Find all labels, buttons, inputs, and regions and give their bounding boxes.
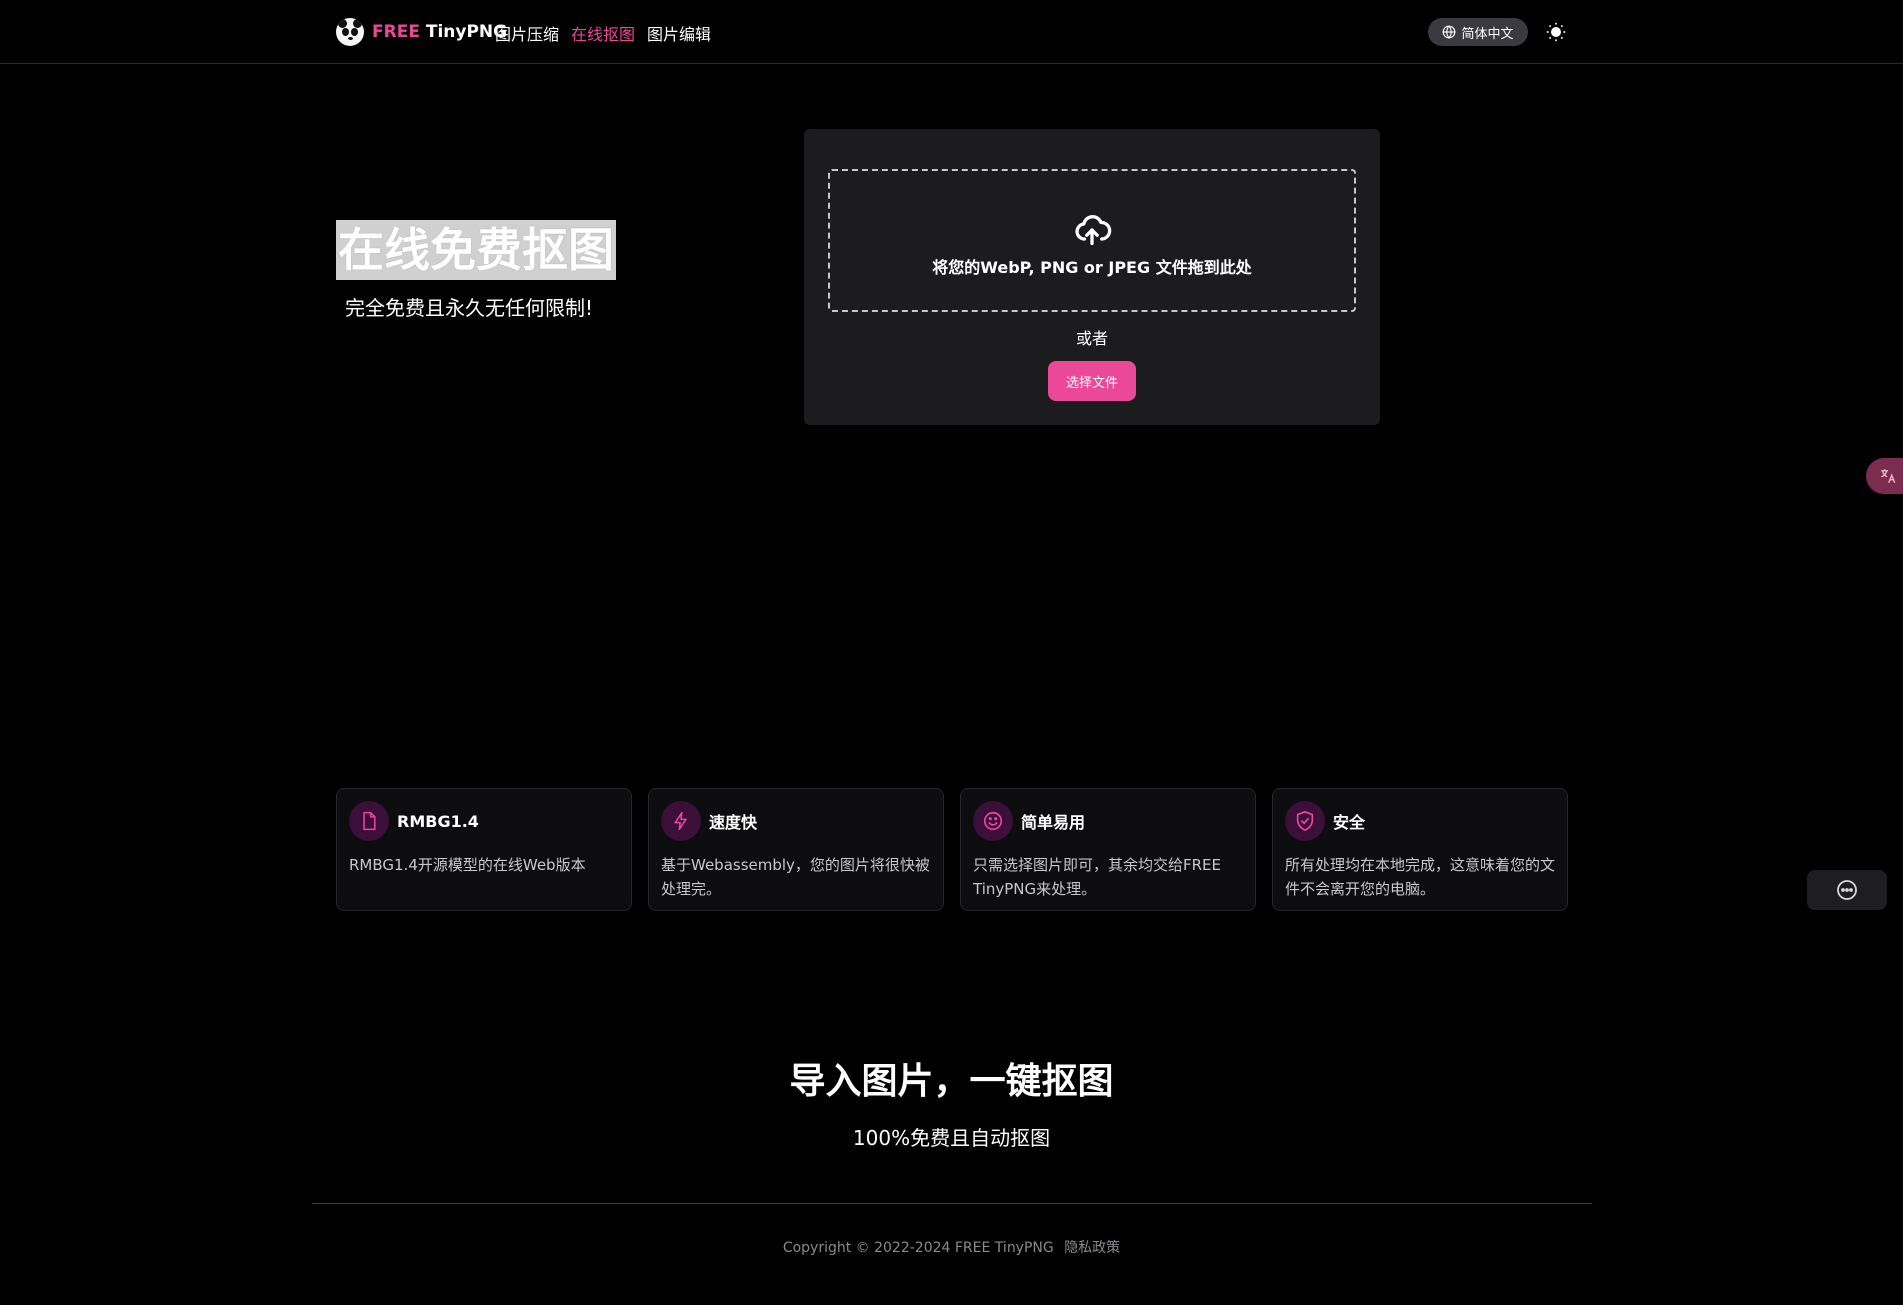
theme-toggle-button[interactable] (1544, 20, 1568, 44)
cloud-upload-icon (1075, 214, 1112, 245)
feature-card: 速度快 基于Webassembly，您的图片将很快被处理完。 (648, 788, 944, 911)
nav-image-edit[interactable]: 图片编辑 (647, 21, 711, 45)
smile-icon (973, 801, 1013, 841)
language-label: 简体中文 (1461, 26, 1514, 42)
nav-image-compress[interactable]: 图片压缩 (495, 21, 559, 45)
feature-card: 安全 所有处理均在本地完成，这意味着您的文件不会离开您的电脑。 (1272, 788, 1568, 911)
features-grid: RMBG1.4 RMBG1.4开源模型的在线Web版本 速度快 基于Webass… (336, 788, 1568, 911)
cta-subtitle: 100%免费且自动抠图 (852, 1126, 1051, 1150)
language-switch-button[interactable]: 简体中文 (1428, 18, 1528, 46)
upload-card: 将您的WebP, PNG or JPEG 文件拖到此处 或者 选择文件 (804, 129, 1380, 425)
shield-check-icon (1285, 801, 1325, 841)
translate-icon (1881, 469, 1896, 484)
feature-card: 简单易用 只需选择图片即可，其余均交给FREE TinyPNG来处理。 (960, 788, 1256, 911)
privacy-policy-link[interactable]: 隐私政策 (1064, 1240, 1120, 1256)
file-icon (349, 801, 389, 841)
panda-logo-icon (336, 18, 364, 46)
footer-divider (312, 1203, 1592, 1204)
main-nav: 图片压缩 在线抠图 图片编辑 (495, 21, 711, 45)
or-separator: 或者 (1075, 329, 1108, 348)
feature-desc: 所有处理均在本地完成，这意味着您的文件不会离开您的电脑。 (1285, 856, 1556, 898)
chat-bubble-icon (1837, 880, 1857, 900)
cta-title: 导入图片，一键抠图 (789, 1061, 1114, 1102)
choose-file-button[interactable]: 选择文件 (1048, 361, 1136, 401)
translate-float-button[interactable] (1866, 458, 1903, 494)
feature-desc: RMBG1.4开源模型的在线Web版本 (349, 856, 586, 874)
feature-card: RMBG1.4 RMBG1.4开源模型的在线Web版本 (336, 788, 632, 911)
brand-free-text: FREE (372, 22, 420, 42)
feature-desc: 只需选择图片即可，其余均交给FREE TinyPNG来处理。 (973, 856, 1222, 898)
nav-online-cutout[interactable]: 在线抠图 (571, 21, 635, 45)
hero-title-highlight: 在线免费抠图 (336, 220, 616, 280)
hero-title: 在线免费抠图 (338, 223, 614, 277)
globe-icon (1443, 25, 1456, 39)
feature-desc: 基于Webassembly，您的图片将很快被处理完。 (661, 856, 930, 898)
feature-title: 速度快 (709, 813, 758, 832)
feature-title: 简单易用 (1021, 813, 1086, 832)
lightning-icon (661, 801, 701, 841)
footer: Copyright © 2022-2024 FREE TinyPNG 隐私政策 (0, 1237, 1903, 1257)
sun-icon (1546, 22, 1566, 42)
feature-title: 安全 (1333, 813, 1366, 832)
copyright-text: Copyright © 2022-2024 FREE TinyPNG (782, 1240, 1054, 1256)
chat-float-button[interactable] (1807, 870, 1887, 910)
top-nav-bar: FREE TinyPNG 图片压缩 在线抠图 图片编辑 简体中文 (0, 0, 1903, 64)
feature-title: RMBG1.4 (397, 811, 479, 831)
hero-subtitle: 完全免费且永久无任何限制! (345, 296, 594, 320)
brand-name: FREE TinyPNG (372, 22, 507, 42)
drop-zone-text: 将您的WebP, PNG or JPEG 文件拖到此处 (932, 257, 1252, 277)
brand-logo-link[interactable]: FREE TinyPNG (336, 18, 507, 46)
file-drop-zone[interactable]: 将您的WebP, PNG or JPEG 文件拖到此处 (828, 169, 1356, 312)
